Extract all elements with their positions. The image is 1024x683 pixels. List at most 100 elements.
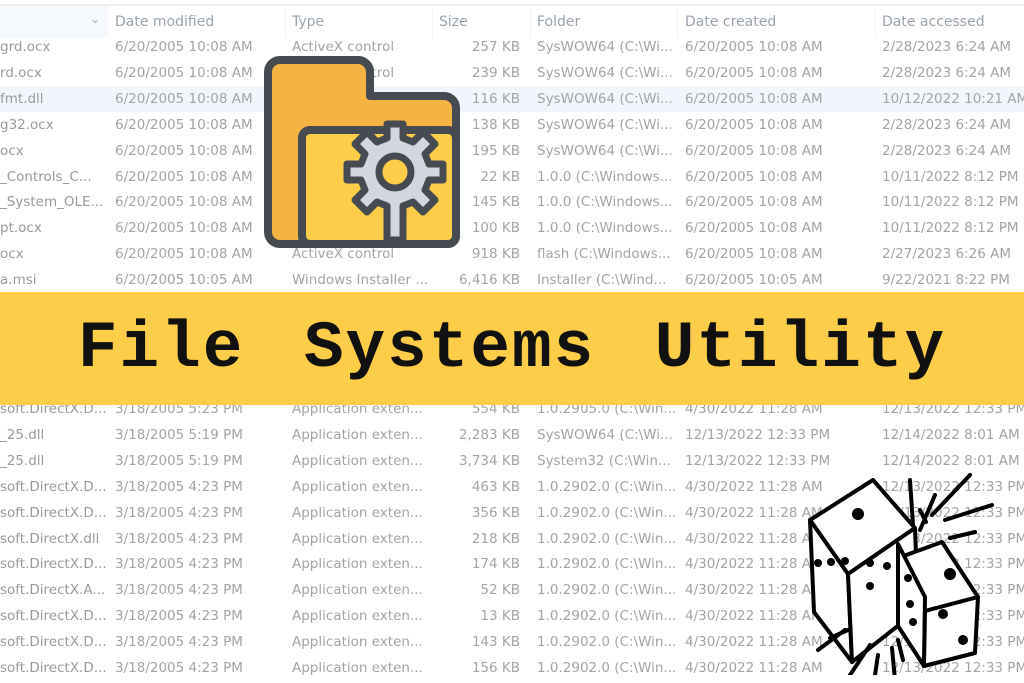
cell-accessed: 10/11/2022 8:12 PM: [882, 220, 1019, 237]
cell-created: 12/13/2022 12:33 PM: [685, 452, 831, 469]
cell-size: 3,734 KB: [458, 452, 520, 469]
file-row[interactable]: grd.ocx 6/20/2005 10:08 AM ActiveX control…: [0, 34, 1024, 60]
cell-name: rd.ocx: [0, 64, 42, 81]
cell-modified: 6/20/2005 10:08 AM: [115, 246, 253, 263]
file-row[interactable]: _Controls_C...6/20/2005 10:08 AMApplicat…: [0, 164, 1024, 190]
cell-created: 6/20/2005 10:08 AM: [685, 64, 823, 81]
column-header: ⌄ Date modified Type Size Folder Date cr…: [0, 4, 1024, 38]
chevron-down-icon[interactable]: ⌄: [90, 12, 100, 26]
cell-modified: 6/20/2005 10:08 AM: [115, 220, 253, 237]
cell-size: 174 KB: [471, 556, 520, 573]
cell-folder: 1.0.2902.0 (C:\Win...: [537, 504, 677, 521]
file-row[interactable]: fmt.dll6/20/2005 10:08 AMApplication ext…: [0, 85, 1024, 112]
cell-folder: System32 (C:\Win...: [537, 452, 671, 469]
cell-folder: 1.0.2902.0 (C:\Win...: [537, 582, 677, 599]
cell-name: soft.DirectX.D...: [0, 608, 107, 625]
cell-name: soft.DirectX.A...: [0, 582, 106, 599]
cell-created: 6/20/2005 10:08 AM: [685, 246, 823, 263]
cell-name: soft.DirectX.D...: [0, 556, 107, 573]
cell-modified: 6/20/2005 10:08 AM: [115, 168, 253, 185]
file-row[interactable]: g32.ocx6/20/2005 10:08 AMActiveX control…: [0, 112, 1024, 138]
cell-accessed: 2/27/2023 6:26 AM: [882, 246, 1012, 263]
cell-size: 13 KB: [480, 608, 520, 625]
cell-type: ActiveX control: [292, 39, 395, 55]
cell-modified: 3/18/2005 4:23 PM: [115, 504, 243, 521]
cell-type: Application exten...: [292, 478, 423, 495]
cell-modified: 6/20/2005 10:05 AM: [115, 272, 253, 289]
cell-modified: 3/18/2005 4:23 PM: [115, 478, 243, 495]
cell-folder: 1.0.2902.0 (C:\Win...: [537, 530, 677, 547]
cell-created: 6/20/2005 10:08 AM: [685, 194, 823, 211]
cell-accessed: 9/22/2021 8:22 PM: [882, 272, 1010, 289]
cell-modified: 3/18/2005 4:23 PM: [115, 530, 243, 547]
cell-modified: 3/18/2005 4:23 PM: [115, 634, 243, 651]
column-folder[interactable]: Folder: [537, 14, 580, 30]
cell-created: 6/20/2005 10:08 AM: [685, 142, 823, 159]
cell-accessed: 10/11/2022 8:12 PM: [882, 194, 1019, 211]
cell-type: Application exten...: [292, 634, 423, 651]
cell-name: _25.dll: [0, 426, 45, 443]
cell-created: 6/20/2005 10:08 AM: [685, 220, 823, 237]
cell-accessed: 10/11/2022 8:12 PM: [882, 168, 1019, 185]
cell-size: 2,283 KB: [458, 426, 520, 443]
file-row[interactable]: rd.ocx6/20/2005 10:08 AMActiveX control2…: [0, 60, 1024, 86]
file-row[interactable]: a.msi 6/20/2005 10:05 AM Windows Installer…: [0, 267, 1024, 293]
cell-type: Application exten...: [292, 426, 423, 443]
cell-size: 6,416 KB: [458, 272, 520, 289]
cell-created: 6/20/2005 10:08 AM: [685, 116, 823, 133]
cell-size: 116 KB: [471, 90, 520, 107]
cell-name: ocx: [0, 142, 24, 159]
cell-modified: 3/18/2005 4:23 PM: [115, 556, 243, 573]
column-date-created[interactable]: Date created: [685, 14, 776, 30]
cell-modified: 3/18/2005 5:19 PM: [115, 426, 243, 443]
cell-type: Application exten...: [292, 556, 423, 573]
cell-size: 218 KB: [471, 530, 520, 547]
cell-modified: 6/20/2005 10:08 AM: [115, 142, 253, 159]
cell-size: 143 KB: [471, 634, 520, 651]
cell-size: 52 KB: [480, 582, 520, 599]
cell-modified: 3/18/2005 4:23 PM: [115, 582, 243, 599]
cell-folder: SysWOW64 (C:\Wi...: [537, 39, 673, 55]
cell-size: 22 KB: [480, 168, 520, 185]
cell-folder: 1.0.0 (C:\Windows...: [537, 194, 673, 211]
cell-size: 463 KB: [471, 478, 520, 495]
dice-icon: [808, 473, 994, 675]
column-type[interactable]: Type: [292, 14, 324, 30]
folder-gear-icon: [264, 56, 460, 248]
cell-accessed: 2/28/2023 6:24 AM: [882, 142, 1012, 159]
cell-created: 6/20/2005 10:08 AM: [685, 39, 823, 55]
column-date-modified[interactable]: Date modified: [115, 14, 214, 30]
cell-name: soft.DirectX.D...: [0, 504, 107, 521]
cell-modified: 6/20/2005 10:08 AM: [115, 90, 253, 107]
cell-name: a.msi: [0, 272, 37, 289]
column-date-accessed[interactable]: Date accessed: [882, 14, 985, 30]
cell-accessed: 12/14/2022 8:01 AM: [882, 426, 1020, 443]
cell-modified: 6/20/2005 10:08 AM: [115, 64, 253, 81]
cell-name: soft.DirectX.dll: [0, 530, 100, 547]
cell-created: 6/20/2005 10:08 AM: [685, 90, 823, 107]
file-row[interactable]: pt.ocx6/20/2005 10:08 AMActiveX control1…: [0, 215, 1024, 241]
cell-modified: 6/20/2005 10:08 AM: [115, 116, 253, 133]
cell-name: fmt.dll: [0, 90, 44, 107]
cell-size: 145 KB: [471, 194, 520, 211]
cell-folder: 1.0.2902.0 (C:\Win...: [537, 556, 677, 573]
cell-accessed: 2/28/2023 6:24 AM: [882, 116, 1012, 133]
cell-name: soft.DirectX.D...: [0, 478, 107, 495]
cell-folder: 1.0.0 (C:\Windows...: [537, 168, 673, 185]
cell-folder: 1.0.2902.0 (C:\Win...: [537, 634, 677, 651]
cell-modified: 6/20/2005 10:08 AM: [115, 39, 253, 55]
cell-name: pt.ocx: [0, 220, 42, 237]
cell-type: Application exten...: [292, 608, 423, 625]
cell-name: _Controls_C...: [0, 168, 92, 185]
cell-name: g32.ocx: [0, 116, 54, 133]
cell-created: 6/20/2005 10:05 AM: [685, 272, 823, 289]
file-row[interactable]: _System_OLE...6/20/2005 10:08 AMApplicat…: [0, 189, 1024, 215]
cell-folder: flash (C:\Windows...: [537, 246, 671, 263]
column-size[interactable]: Size: [439, 14, 468, 30]
file-row[interactable]: _25.dll 3/18/2005 5:19 PM Application exte…: [0, 422, 1024, 448]
file-row[interactable]: ocx 6/20/2005 10:08 AM ActiveX control 918 …: [0, 241, 1024, 267]
cell-size: 918 KB: [471, 246, 520, 263]
cell-name: soft.DirectX.D...: [0, 660, 107, 676]
file-row[interactable]: ocx6/20/2005 10:08 AMActiveX control195 …: [0, 138, 1024, 164]
banner-title: File Systems Utility: [77, 311, 947, 386]
